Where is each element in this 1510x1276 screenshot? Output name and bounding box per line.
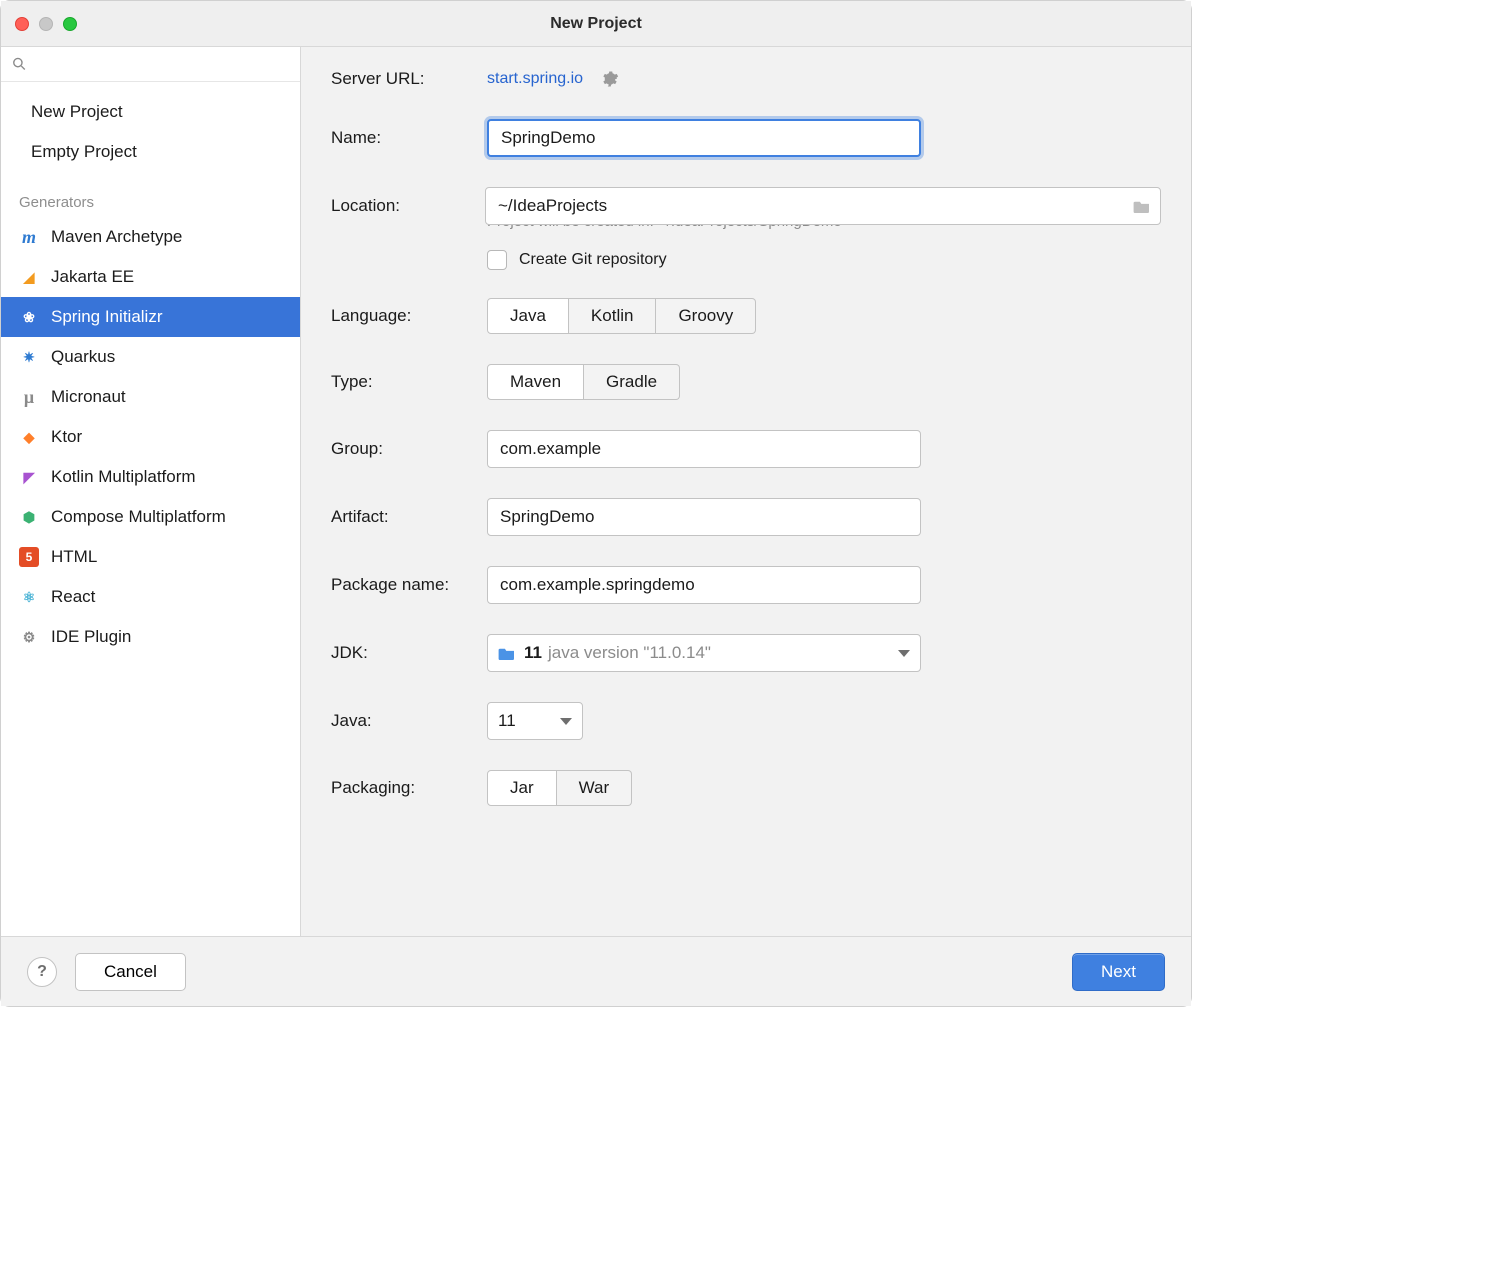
packaging-option-war[interactable]: War: [557, 770, 633, 806]
jdk-value: 11: [524, 643, 542, 663]
html-icon: 5: [19, 547, 39, 567]
ktor-icon: ◆: [19, 427, 39, 447]
sidebar-generators-header: Generators: [1, 172, 300, 217]
sidebar-item-label: Micronaut: [51, 387, 126, 407]
sidebar-item-label: React: [51, 587, 95, 607]
create-git-label: Create Git repository: [519, 251, 667, 269]
sidebar-item-label: Kotlin Multiplatform: [51, 467, 196, 487]
location-field[interactable]: [485, 187, 1161, 225]
sidebar-search[interactable]: [1, 47, 300, 82]
language-option-java[interactable]: Java: [487, 298, 569, 334]
sidebar-item-label: HTML: [51, 547, 97, 567]
react-icon: ⚛: [19, 587, 39, 607]
server-url-link[interactable]: start.spring.io: [487, 70, 583, 88]
sidebar-item-new-project[interactable]: New Project: [1, 92, 300, 132]
language-option-kotlin[interactable]: Kotlin: [569, 298, 657, 334]
type-option-gradle[interactable]: Gradle: [584, 364, 680, 400]
micronaut-icon: μ: [19, 387, 39, 407]
sidebar-item-compose-multiplatform[interactable]: ⬢ Compose Multiplatform: [1, 497, 300, 537]
sidebar-item-label: IDE Plugin: [51, 627, 131, 647]
jdk-folder-icon: [498, 646, 516, 660]
sidebar-item-label: Ktor: [51, 427, 82, 447]
sidebar-item-label: Compose Multiplatform: [51, 507, 226, 527]
sidebar-item-ide-plugin[interactable]: ⚙ IDE Plugin: [1, 617, 300, 657]
sidebar-list: New Project Empty Project Generators m Mav…: [1, 82, 300, 657]
package-name-label: Package name:: [331, 575, 487, 595]
group-field[interactable]: [487, 430, 921, 468]
footer: ? Cancel Next: [1, 936, 1191, 1006]
chevron-down-icon: [560, 718, 572, 725]
sidebar-item-kotlin-multiplatform[interactable]: ◤ Kotlin Multiplatform: [1, 457, 300, 497]
next-button[interactable]: Next: [1072, 953, 1165, 991]
sidebar-item-react[interactable]: ⚛ React: [1, 577, 300, 617]
type-segmented: MavenGradle: [487, 364, 680, 400]
sidebar-item-jakarta-ee[interactable]: ◢ Jakarta EE: [1, 257, 300, 297]
sidebar-item-label: Jakarta EE: [51, 267, 134, 287]
sidebar-item-maven-archetype[interactable]: m Maven Archetype: [1, 217, 300, 257]
create-git-checkbox[interactable]: [487, 250, 507, 270]
sidebar-item-micronaut[interactable]: μ Micronaut: [1, 377, 300, 417]
sidebar-item-label: Spring Initializr: [51, 307, 163, 327]
sidebar-item-quarkus[interactable]: ✷ Quarkus: [1, 337, 300, 377]
compose-icon: ⬢: [19, 507, 39, 527]
java-label: Java:: [331, 711, 487, 731]
language-option-groovy[interactable]: Groovy: [656, 298, 756, 334]
kotlin-icon: ◤: [19, 467, 39, 487]
java-value: 11: [498, 711, 516, 731]
ideplugin-icon: ⚙: [19, 627, 39, 647]
group-label: Group:: [331, 439, 487, 459]
java-select[interactable]: 11: [487, 702, 583, 740]
artifact-field[interactable]: [487, 498, 921, 536]
jdk-label: JDK:: [331, 643, 487, 663]
help-button[interactable]: ?: [27, 957, 57, 987]
maven-icon: m: [19, 227, 39, 247]
jakarta-icon: ◢: [19, 267, 39, 287]
sidebar-item-html[interactable]: 5 HTML: [1, 537, 300, 577]
type-label: Type:: [331, 372, 487, 392]
quarkus-icon: ✷: [19, 347, 39, 367]
name-label: Name:: [331, 128, 487, 148]
server-url-label: Server URL:: [331, 69, 487, 89]
jdk-select[interactable]: 11 java version "11.0.14": [487, 634, 921, 672]
sidebar-item-spring-initializr[interactable]: ❀ Spring Initializr: [1, 297, 300, 337]
packaging-segmented: JarWar: [487, 770, 632, 806]
sidebar-item-label: Quarkus: [51, 347, 115, 367]
window-title: New Project: [1, 15, 1191, 33]
sidebar-item-label: Maven Archetype: [51, 227, 182, 247]
window-titlebar: New Project: [1, 1, 1191, 47]
packaging-option-jar[interactable]: Jar: [487, 770, 557, 806]
language-segmented: JavaKotlinGroovy: [487, 298, 756, 334]
name-field[interactable]: [487, 119, 921, 157]
artifact-label: Artifact:: [331, 507, 487, 527]
sidebar-search-input[interactable]: [34, 55, 290, 73]
sidebar-item-label: New Project: [31, 102, 123, 122]
cancel-button[interactable]: Cancel: [75, 953, 186, 991]
sidebar-item-label: Empty Project: [31, 142, 137, 162]
type-option-maven[interactable]: Maven: [487, 364, 584, 400]
package-name-field[interactable]: [487, 566, 921, 604]
chevron-down-icon: [898, 650, 910, 657]
form-pane: Server URL: start.spring.io Name: Locati…: [301, 47, 1191, 936]
sidebar-item-empty-project[interactable]: Empty Project: [1, 132, 300, 172]
language-label: Language:: [331, 306, 487, 326]
sidebar-item-ktor[interactable]: ◆ Ktor: [1, 417, 300, 457]
search-icon: [11, 55, 28, 73]
spring-icon: ❀: [19, 307, 39, 327]
jdk-detail: java version "11.0.14": [548, 643, 711, 663]
location-label: Location:: [331, 196, 485, 216]
gear-icon[interactable]: [601, 70, 619, 88]
open-folder-icon[interactable]: [1133, 199, 1151, 213]
packaging-label: Packaging:: [331, 778, 487, 798]
sidebar: New Project Empty Project Generators m Mav…: [1, 47, 301, 936]
